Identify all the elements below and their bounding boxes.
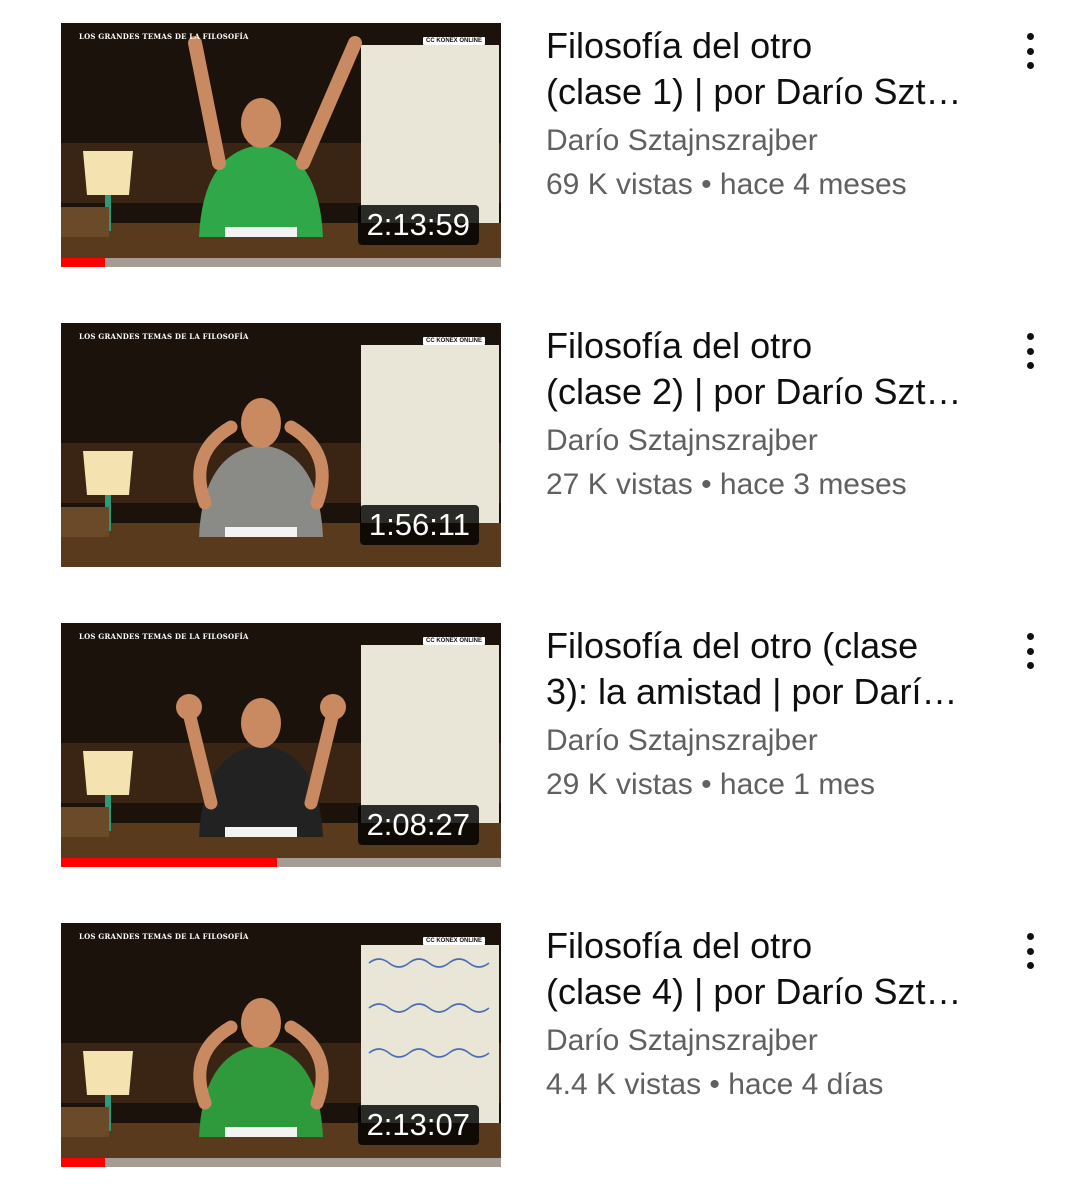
menu-dot	[1026, 333, 1034, 340]
menu-dot	[1026, 947, 1034, 955]
menu-dot	[1026, 633, 1034, 640]
video-title[interactable]: Filosofía del otro (clase 3): la amistad…	[546, 623, 986, 715]
thumbnail-show-logo: LOS GRANDES TEMAS DE LA FILOSOFÍA	[79, 632, 249, 641]
person-head	[241, 98, 281, 148]
menu-dot	[1026, 962, 1034, 969]
channel-name[interactable]: Darío Sztajnszrajber	[546, 1019, 986, 1063]
video-title-line: (clase 1) | por Darío Szt…	[546, 71, 962, 112]
menu-dot	[1026, 33, 1034, 40]
video-item[interactable]: LOS GRANDES TEMAS DE LA FILOSOFÍA CC KON…	[0, 323, 1080, 569]
video-views-age: 69 K vistas • hace 4 meses	[546, 168, 907, 201]
lamp-shade	[83, 151, 133, 195]
thumbnail-brand-badge: CC KONEX ONLINE	[422, 37, 485, 45]
video-duration-badge: 2:13:07	[357, 1105, 479, 1145]
books	[61, 507, 109, 537]
video-title-line: Filosofía del otro	[546, 25, 813, 66]
video-duration-badge: 1:56:11	[359, 505, 479, 545]
desk-papers	[225, 1127, 297, 1137]
video-title[interactable]: Filosofía del otro (clase 2) | por Darío…	[546, 323, 986, 415]
more-vert-icon[interactable]	[1010, 25, 1050, 77]
video-views-age: 29 K vistas • hace 1 mes	[546, 768, 875, 801]
video-item[interactable]: LOS GRANDES TEMAS DE LA FILOSOFÍA CC KON…	[0, 623, 1080, 869]
video-item[interactable]: LOS GRANDES TEMAS DE LA FILOSOFÍA CC KON…	[0, 923, 1080, 1169]
channel-name[interactable]: Darío Sztajnszrajber	[546, 119, 986, 163]
person-hand	[320, 694, 346, 720]
video-views-age: 4.4 K vistas • hace 4 días	[546, 1068, 884, 1101]
lamp-shade	[83, 1051, 133, 1095]
books	[61, 1107, 109, 1137]
watch-progress-fill	[61, 858, 277, 867]
person-head	[241, 698, 281, 748]
more-vert-icon[interactable]	[1010, 925, 1050, 977]
watch-progress-bar	[61, 258, 501, 267]
video-info[interactable]: Filosofía del otro (clase 3): la amistad…	[546, 623, 986, 807]
desk-papers	[225, 527, 297, 537]
video-thumbnail[interactable]: LOS GRANDES TEMAS DE LA FILOSOFÍA CC KON…	[61, 23, 501, 267]
menu-dot	[1026, 933, 1034, 940]
video-title-line: (clase 4) | por Darío Szt…	[546, 971, 962, 1012]
thumbnail-show-logo: LOS GRANDES TEMAS DE LA FILOSOFÍA	[79, 332, 249, 341]
desk-papers	[225, 827, 297, 837]
books	[61, 807, 109, 837]
video-info[interactable]: Filosofía del otro (clase 4) | por Darío…	[546, 923, 986, 1107]
video-thumbnail[interactable]: LOS GRANDES TEMAS DE LA FILOSOFÍA CC KON…	[61, 323, 501, 567]
video-title[interactable]: Filosofía del otro (clase 4) | por Darío…	[546, 923, 986, 1015]
person-head	[241, 398, 281, 448]
watch-progress-bar	[61, 1158, 501, 1167]
lamp-shade	[83, 451, 133, 495]
channel-name[interactable]: Darío Sztajnszrajber	[546, 419, 986, 463]
thumbnail-brand-badge: CC KONEX ONLINE	[422, 337, 485, 345]
thumbnail-brand-badge: CC KONEX ONLINE	[422, 937, 485, 945]
video-info[interactable]: Filosofía del otro (clase 2) | por Darío…	[546, 323, 986, 507]
video-thumbnail[interactable]: LOS GRANDES TEMAS DE LA FILOSOFÍA CC KON…	[61, 623, 501, 867]
video-title-line: Filosofía del otro	[546, 325, 813, 366]
menu-dot	[1026, 47, 1034, 55]
menu-dot	[1026, 362, 1034, 369]
video-title[interactable]: Filosofía del otro (clase 1) | por Darío…	[546, 23, 986, 115]
thumbnail-brand-badge: CC KONEX ONLINE	[422, 637, 485, 645]
lamp-shade	[83, 751, 133, 795]
watch-progress-fill	[61, 1158, 105, 1167]
video-title-line: 3): la amistad | por Darí…	[546, 671, 958, 712]
video-list: LOS GRANDES TEMAS DE LA FILOSOFÍA CC KON…	[0, 0, 1080, 1197]
more-vert-icon[interactable]	[1010, 325, 1050, 377]
video-title-line: (clase 2) | por Darío Szt…	[546, 371, 962, 412]
desk-papers	[225, 227, 297, 237]
video-duration-badge: 2:08:27	[357, 805, 479, 845]
menu-dot	[1026, 662, 1034, 669]
thumbnail-show-logo: LOS GRANDES TEMAS DE LA FILOSOFÍA	[79, 932, 249, 941]
person-head	[241, 998, 281, 1048]
watch-progress-bar	[61, 858, 501, 867]
video-duration-badge: 2:13:59	[357, 205, 479, 245]
menu-dot	[1026, 647, 1034, 655]
watch-progress-fill	[61, 258, 105, 267]
video-item[interactable]: LOS GRANDES TEMAS DE LA FILOSOFÍA CC KON…	[0, 23, 1080, 269]
menu-dot	[1026, 62, 1034, 69]
video-title-line: Filosofía del otro (clase	[546, 625, 919, 666]
video-views-age: 27 K vistas • hace 3 meses	[546, 468, 907, 501]
person-hand	[176, 694, 202, 720]
video-title-line: Filosofía del otro	[546, 925, 813, 966]
video-thumbnail[interactable]: LOS GRANDES TEMAS DE LA FILOSOFÍA CC KON…	[61, 923, 501, 1167]
menu-dot	[1026, 347, 1034, 355]
video-info[interactable]: Filosofía del otro (clase 1) | por Darío…	[546, 23, 986, 207]
more-vert-icon[interactable]	[1010, 625, 1050, 677]
books	[61, 207, 109, 237]
thumbnail-show-logo: LOS GRANDES TEMAS DE LA FILOSOFÍA	[79, 32, 249, 41]
channel-name[interactable]: Darío Sztajnszrajber	[546, 719, 986, 763]
